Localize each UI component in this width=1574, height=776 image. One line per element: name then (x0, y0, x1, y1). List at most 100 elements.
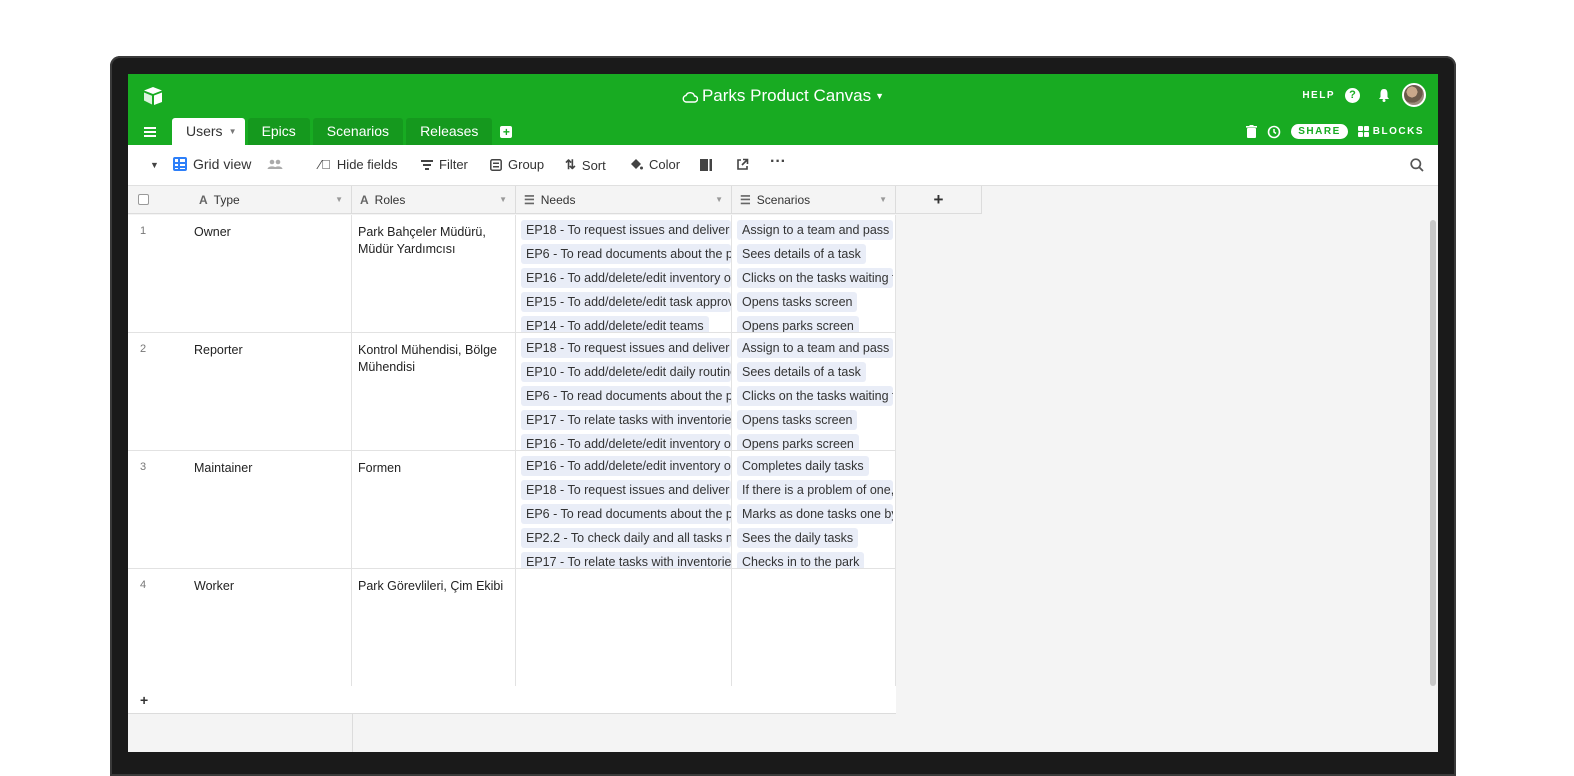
linked-record-chip[interactable]: EP15 - To add/delete/edit task approvals (521, 292, 731, 312)
roles-cell[interactable]: Formen (352, 451, 516, 568)
roles-cell[interactable]: Kontrol Mühendisi, Bölge Mühendisi (352, 333, 516, 450)
linked-record-chip[interactable]: EP16 - To add/delete/edit inventory of p… (521, 268, 731, 288)
tab-scenarios[interactable]: Scenarios (312, 118, 404, 145)
linked-record-chip[interactable]: EP14 - To add/delete/edit teams (521, 316, 709, 332)
chevron-down-icon[interactable]: ▼ (229, 118, 237, 145)
tab-releases[interactable]: Releases (406, 118, 493, 145)
linked-record-chip[interactable]: Sees details of a task (737, 244, 866, 264)
top-right-controls: HELP ? (1302, 83, 1426, 107)
color-button[interactable]: Color (629, 157, 680, 172)
base-title[interactable]: Parks Product Canvas ▼ (128, 86, 1438, 106)
search-icon[interactable] (1410, 158, 1424, 172)
history-icon[interactable] (1267, 125, 1281, 139)
linked-record-chip[interactable]: EP18 - To request issues and deliver det… (521, 338, 731, 358)
linked-record-chip[interactable]: Sees the daily tasks (737, 528, 859, 548)
add-field-button[interactable]: + (896, 186, 982, 214)
add-table-button[interactable]: + (495, 118, 517, 145)
type-cell[interactable]: Owner (188, 215, 352, 332)
base-title-text: Parks Product Canvas (701, 86, 872, 105)
needs-cell[interactable] (516, 569, 732, 686)
linked-record-chip[interactable]: EP6 - To read documents about the parks (521, 504, 731, 524)
more-options-icon[interactable]: ··· (770, 153, 786, 171)
linked-record-chip[interactable]: EP6 - To read documents about the parks (521, 386, 731, 406)
type-cell[interactable]: Worker (188, 569, 352, 686)
scenarios-cell[interactable]: Assign to a team and pass Sees details of… (732, 333, 896, 450)
tab-epics[interactable]: Epics (247, 118, 310, 145)
chevron-down-icon[interactable]: ▼ (715, 195, 723, 204)
menu-icon[interactable] (128, 118, 172, 145)
linked-record-chip[interactable]: Assign to a team and pass (737, 220, 893, 240)
roles-cell[interactable]: Park Görevlileri, Çim Ekibi (352, 569, 516, 686)
linked-record-chip[interactable]: Assign to a team and pass (737, 338, 893, 358)
linked-record-chip[interactable]: EP16 - To add/delete/edit inventory of p… (521, 434, 731, 450)
table-row[interactable]: 4 Worker Park Görevlileri, Çim Ekibi (128, 569, 896, 687)
table-row[interactable]: 1 Owner Park Bahçeler Müdürü, Müdür Yardım… (128, 215, 896, 333)
column-header-needs[interactable]: ☰ Needs ▼ (516, 186, 732, 214)
column-label: Scenarios (756, 192, 811, 207)
scenarios-cell[interactable]: Assign to a team and pass Sees details of… (732, 215, 896, 332)
filter-button[interactable]: Filter (421, 157, 468, 172)
linked-record-chip[interactable]: Sees details of a task (737, 362, 866, 382)
chevron-down-icon[interactable]: ▼ (499, 195, 507, 204)
linked-record-chip[interactable]: Opens parks screen (737, 434, 859, 450)
row-number-cell: 1 (128, 215, 188, 332)
blocks-button[interactable]: BLOCKS (1357, 126, 1424, 137)
help-icon[interactable]: ? (1345, 87, 1360, 103)
sort-icon: ⇅ (565, 157, 576, 172)
needs-cell[interactable]: EP18 - To request issues and deliver det… (516, 333, 732, 450)
scenarios-cell[interactable]: Completes daily tasks If there is a probl… (732, 451, 896, 568)
column-header-roles[interactable]: A Roles ▼ (352, 186, 516, 214)
linked-record-chip[interactable]: EP2.2 - To check daily and all tasks now (521, 528, 731, 548)
linked-record-chip[interactable]: Marks as done tasks one by one (737, 504, 893, 524)
chevron-down-icon[interactable]: ▼ (335, 195, 343, 204)
linked-record-chip[interactable]: Checks in to the park (737, 552, 865, 568)
cloud-icon (682, 92, 698, 103)
view-switcher[interactable]: Grid view (173, 156, 283, 172)
tab-label: Epics (261, 123, 296, 139)
linked-record-chip[interactable]: Clicks on the tasks waiting for (737, 268, 893, 288)
roles-cell[interactable]: Park Bahçeler Müdürü, Müdür Yardımcısı (352, 215, 516, 332)
type-cell[interactable]: Maintainer (188, 451, 352, 568)
linked-record-chip[interactable]: EP17 - To relate tasks with inventories (521, 552, 731, 568)
linked-record-chip[interactable]: Opens tasks screen (737, 292, 858, 312)
avatar[interactable] (1402, 83, 1426, 107)
table-row[interactable]: 3 Maintainer Formen EP16 - To add/delete/ed… (128, 451, 896, 569)
needs-cell[interactable]: EP16 - To add/delete/edit inventory of p… (516, 451, 732, 568)
sort-button[interactable]: ⇅ Sort (565, 157, 606, 173)
linked-record-chip[interactable]: EP17 - To relate tasks with inventories (521, 410, 731, 430)
hide-fields-button[interactable]: ⁄⃥ Hide fields (319, 157, 398, 172)
trash-icon[interactable] (1246, 125, 1258, 138)
app-screen: Parks Product Canvas ▼ HELP ? Users ▼ Epi… (128, 74, 1438, 752)
column-header-type[interactable]: A Type ▼ (128, 186, 352, 214)
add-record-button[interactable]: + (128, 686, 896, 714)
chevron-down-icon[interactable]: ▼ (879, 195, 887, 204)
linked-record-chip[interactable]: EP10 - To add/delete/edit daily routines (521, 362, 731, 382)
linked-record-chip[interactable]: EP18 - To request issues and deliver det… (521, 480, 731, 500)
tab-users[interactable]: Users ▼ (172, 118, 245, 145)
help-label[interactable]: HELP (1302, 90, 1335, 101)
row-height-icon[interactable] (700, 159, 712, 171)
share-button[interactable]: SHARE (1291, 124, 1348, 139)
row-number: 3 (140, 461, 147, 473)
linked-record-chip[interactable]: Opens tasks screen (737, 410, 858, 430)
linked-record-chip[interactable]: If there is a problem of one, reports (737, 480, 893, 500)
needs-cell[interactable]: EP18 - To request issues and deliver det… (516, 215, 732, 332)
linked-record-chip[interactable]: Completes daily tasks (737, 456, 869, 476)
row-number-cell: 2 (128, 333, 188, 450)
column-header-scenarios[interactable]: ☰ Scenarios ▼ (732, 186, 896, 214)
select-all-checkbox[interactable] (138, 194, 149, 205)
group-button[interactable]: Group (490, 157, 544, 172)
linked-record-chip[interactable]: EP6 - To read documents about the parks (521, 244, 731, 264)
table-row[interactable]: 2 Reporter Kontrol Mühendisi, Bölge Mühend… (128, 333, 896, 451)
scenarios-cell[interactable] (732, 569, 896, 686)
linked-record-chip[interactable]: Clicks on the tasks waiting for (737, 386, 893, 406)
chevron-down-icon[interactable]: ▼ (150, 160, 159, 170)
share-view-icon[interactable] (736, 158, 749, 171)
bell-icon[interactable] (1376, 87, 1392, 103)
column-label: Needs (540, 192, 576, 207)
linked-record-chip[interactable]: EP16 - To add/delete/edit inventory of p… (521, 456, 731, 476)
vertical-scrollbar[interactable] (1430, 220, 1436, 686)
type-cell[interactable]: Reporter (188, 333, 352, 450)
linked-record-chip[interactable]: Opens parks screen (737, 316, 859, 332)
linked-record-chip[interactable]: EP18 - To request issues and deliver det… (521, 220, 731, 240)
